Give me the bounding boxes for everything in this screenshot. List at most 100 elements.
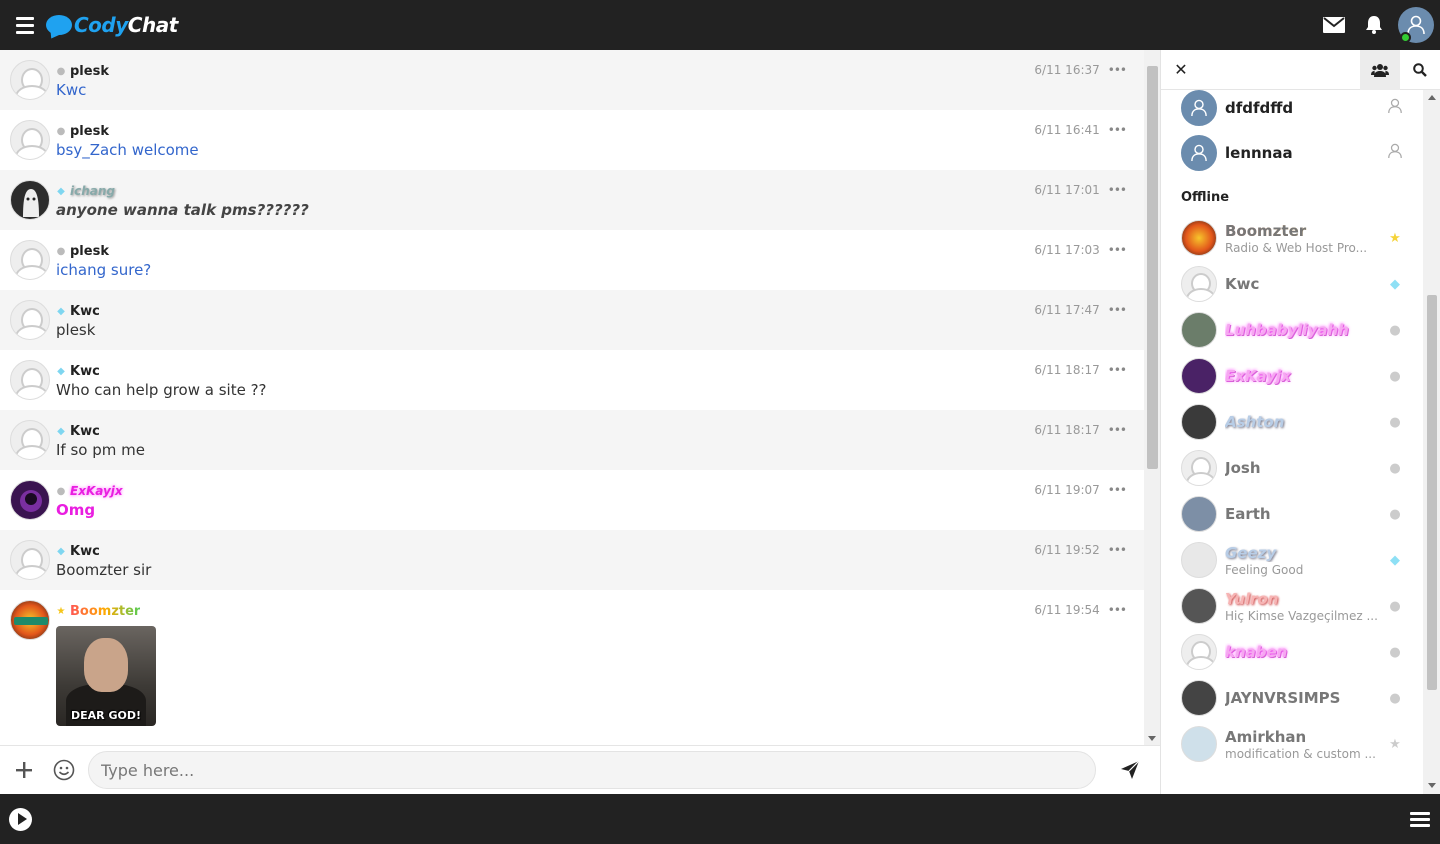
- more-options-icon[interactable]: •••: [1108, 243, 1127, 257]
- more-options-icon[interactable]: •••: [1108, 423, 1127, 437]
- user-rank-icon: ●: [1389, 460, 1401, 476]
- chat-scrollbar[interactable]: [1144, 50, 1160, 745]
- message-time: 6/11 18:17: [1034, 363, 1100, 377]
- message-username[interactable]: Boomzter: [70, 604, 140, 619]
- avatar[interactable]: [10, 480, 50, 520]
- chat-message: ● plesk bsy_Zach welcome 6/11 16:41 •••: [0, 110, 1144, 170]
- message-time: 6/11 19:07: [1034, 483, 1100, 497]
- message-username[interactable]: plesk: [70, 64, 109, 79]
- message-time: 6/11 17:01: [1034, 183, 1100, 197]
- message-username[interactable]: ExKayjx: [70, 484, 123, 498]
- scrollbar-thumb[interactable]: [1147, 66, 1158, 469]
- menu-icon[interactable]: [0, 0, 50, 50]
- user-name: knaben: [1225, 643, 1288, 661]
- avatar: [1181, 220, 1217, 256]
- scrollbar-thumb[interactable]: [1427, 295, 1437, 690]
- menu-lines-icon[interactable]: [1410, 811, 1430, 827]
- gem-rank-icon: ◆: [57, 305, 65, 317]
- send-icon[interactable]: [1110, 750, 1150, 790]
- message-username[interactable]: Kwc: [70, 544, 100, 559]
- avatar[interactable]: [10, 300, 50, 340]
- user-list[interactable]: dfdfdffd lennnaa Offline Boomzter Radio &…: [1161, 90, 1423, 794]
- users-icon[interactable]: [1360, 49, 1400, 90]
- panel-scrollbar[interactable]: [1423, 90, 1440, 794]
- smiley-icon[interactable]: [44, 750, 84, 790]
- scroll-up-arrow[interactable]: [1428, 95, 1436, 100]
- user-list-item[interactable]: Ashton ●: [1161, 399, 1423, 445]
- avatar: [1181, 404, 1217, 440]
- more-options-icon[interactable]: •••: [1108, 483, 1127, 497]
- bottom-bar: [0, 794, 1440, 844]
- message-username[interactable]: Kwc: [70, 424, 100, 439]
- user-rank-icon: ●: [1389, 506, 1401, 522]
- avatar: [1181, 496, 1217, 532]
- message-text: ichang sure?: [56, 261, 152, 279]
- user-avatar-icon[interactable]: [1398, 7, 1434, 43]
- user-list-item[interactable]: Josh ●: [1161, 445, 1423, 491]
- scroll-down-arrow[interactable]: [1428, 783, 1436, 788]
- message-username[interactable]: Kwc: [70, 364, 100, 379]
- avatar: [1181, 680, 1217, 716]
- offline-section-title: Offline: [1181, 190, 1230, 205]
- scroll-down-arrow[interactable]: [1148, 736, 1156, 741]
- user-list-item[interactable]: lennnaa: [1161, 130, 1423, 176]
- avatar[interactable]: [10, 120, 50, 160]
- message-time: 6/11 18:17: [1034, 423, 1100, 437]
- app-logo[interactable]: CodyChat: [46, 0, 178, 50]
- user-list-item[interactable]: knaben ●: [1161, 629, 1423, 675]
- more-options-icon[interactable]: •••: [1108, 363, 1127, 377]
- user-list-item[interactable]: Amirkhan modification & custom ... ★: [1161, 721, 1423, 767]
- message-time: 6/11 17:47: [1034, 303, 1100, 317]
- more-options-icon[interactable]: •••: [1108, 603, 1127, 617]
- envelope-icon[interactable]: [1314, 0, 1354, 50]
- user-mood: Radio & Web Host Pro...: [1225, 240, 1368, 255]
- avatar[interactable]: [10, 540, 50, 580]
- user-name: ExKayjx: [1225, 367, 1291, 385]
- user-list-item[interactable]: Boomzter Radio & Web Host Pro... ★: [1161, 215, 1423, 261]
- more-options-icon[interactable]: •••: [1108, 63, 1127, 77]
- user-rank-icon: ●: [56, 125, 66, 137]
- user-list-item[interactable]: JAYNVRSIMPS ●: [1161, 675, 1423, 721]
- search-icon[interactable]: [1400, 50, 1440, 90]
- user-list-item[interactable]: Earth ●: [1161, 491, 1423, 537]
- more-options-icon[interactable]: •••: [1108, 183, 1127, 197]
- user-rank-icon: ●: [1389, 322, 1401, 338]
- user-rank-icon: ●: [1389, 598, 1401, 614]
- message-username[interactable]: Kwc: [70, 304, 100, 319]
- avatar[interactable]: [10, 180, 50, 220]
- message-text: Boomzter sir: [56, 561, 152, 579]
- user-name: Earth: [1225, 505, 1271, 523]
- close-icon[interactable]: ✕: [1161, 50, 1201, 90]
- user-list-item[interactable]: dfdfdffd: [1161, 90, 1423, 130]
- message-time: 6/11 17:03: [1034, 243, 1100, 257]
- user-list-item[interactable]: Yulron Hiç Kimse Vazgeçilmez ... ●: [1161, 583, 1423, 629]
- user-name: Boomzter: [1225, 222, 1379, 240]
- message-input[interactable]: [88, 751, 1096, 789]
- plus-icon[interactable]: [4, 750, 44, 790]
- user-list-item[interactable]: Kwc ◆: [1161, 261, 1423, 307]
- avatar[interactable]: [10, 420, 50, 460]
- user-name: Geezy: [1225, 543, 1277, 562]
- user-list-item[interactable]: Luhbabyliyahh ●: [1161, 307, 1423, 353]
- message-text: anyone wanna talk pms??????: [56, 201, 309, 219]
- user-name: lennnaa: [1225, 144, 1293, 162]
- message-username[interactable]: plesk: [70, 244, 109, 259]
- avatar: [1181, 588, 1217, 624]
- chat-log[interactable]: ● plesk Kwc 6/11 16:37 ••• ● plesk bsy_Zach…: [0, 50, 1144, 745]
- message-username[interactable]: ichang: [70, 184, 115, 198]
- avatar[interactable]: [10, 360, 50, 400]
- more-options-icon[interactable]: •••: [1108, 543, 1127, 557]
- user-name: Luhbabyliyahh: [1225, 321, 1349, 339]
- user-list-item[interactable]: ExKayjx ●: [1161, 353, 1423, 399]
- user-rank-icon: ●: [1389, 368, 1401, 384]
- avatar[interactable]: [10, 240, 50, 280]
- more-options-icon[interactable]: •••: [1108, 303, 1127, 317]
- avatar[interactable]: [10, 60, 50, 100]
- more-options-icon[interactable]: •••: [1108, 123, 1127, 137]
- bell-icon[interactable]: [1354, 0, 1394, 50]
- play-icon[interactable]: [9, 807, 32, 831]
- user-list-item[interactable]: Geezy Feeling Good ◆: [1161, 537, 1423, 583]
- gif-image[interactable]: DEAR GOD!: [56, 626, 156, 726]
- message-username[interactable]: plesk: [70, 124, 109, 139]
- avatar[interactable]: [10, 600, 50, 640]
